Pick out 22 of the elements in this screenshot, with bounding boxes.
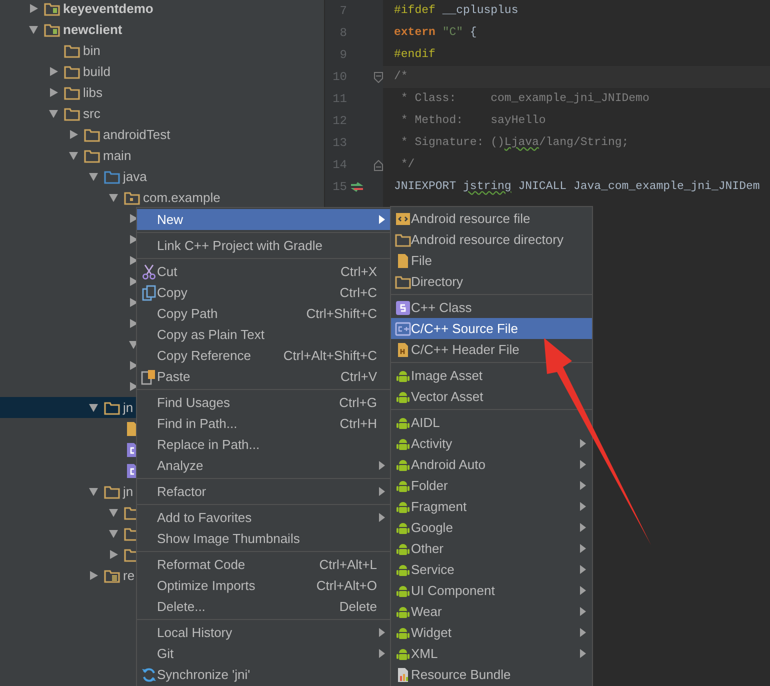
- code-line: */: [400, 157, 415, 174]
- tree-label: jn: [123, 482, 134, 501]
- tree-label: keyeventdemo: [63, 0, 154, 18]
- code-line: #ifdef __cplusplus: [394, 3, 518, 20]
- tree-label: main: [103, 146, 132, 165]
- code-line: JNIEXPORT jstring JNICALL Java_com_example_jni_JNIDem: [394, 179, 760, 196]
- code-line: * Method: sayHello: [400, 113, 546, 130]
- tree-label: bin: [83, 42, 100, 60]
- tree-label: jn: [123, 398, 134, 417]
- tree-label: com.example: [143, 188, 220, 207]
- tree-label: build: [83, 62, 110, 81]
- tree-label: src: [83, 104, 100, 123]
- code-line: /*: [394, 69, 408, 86]
- tree-label: libs: [83, 84, 103, 102]
- code-line: * Class: com_example_jni_JNIDemo: [400, 91, 650, 108]
- code-line: #endif: [394, 47, 436, 64]
- tree-label: androidTest: [103, 126, 170, 144]
- code-line: extern "C" {: [394, 25, 477, 42]
- code-line: * Signature: ()Ljava/lang/String;: [400, 135, 629, 152]
- tree-label: newclient: [63, 20, 122, 39]
- tree-label: java: [123, 168, 147, 186]
- tree-label: re: [123, 566, 135, 585]
